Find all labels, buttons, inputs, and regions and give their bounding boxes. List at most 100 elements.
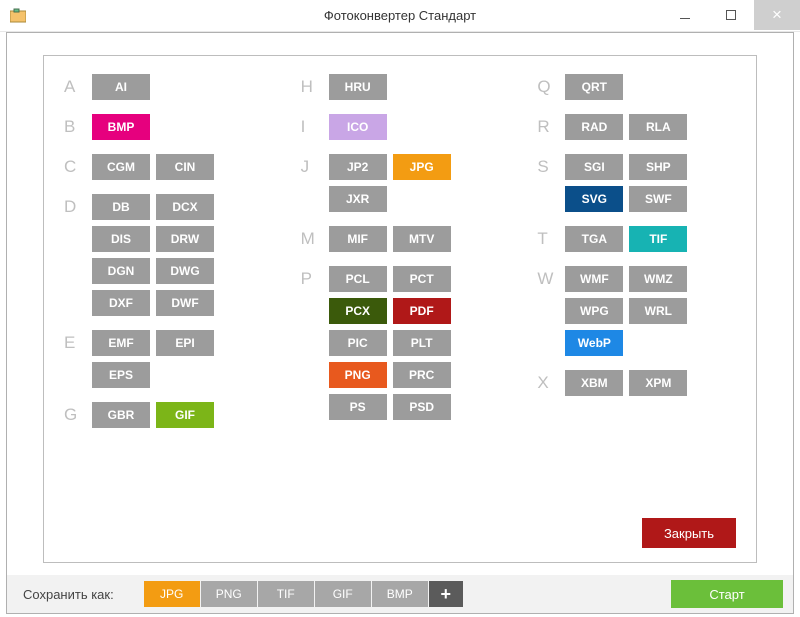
format-chips: CGMCIN xyxy=(92,154,214,180)
format-chip-epi[interactable]: EPI xyxy=(156,330,214,356)
format-chip-bmp[interactable]: BMP xyxy=(92,114,150,140)
format-group-j: JJP2JPGJXR xyxy=(301,154,500,212)
format-chip-jxr[interactable]: JXR xyxy=(329,186,387,212)
format-chip-pct[interactable]: PCT xyxy=(393,266,451,292)
format-chip-dis[interactable]: DIS xyxy=(92,226,150,252)
format-chip-cgm[interactable]: CGM xyxy=(92,154,150,180)
format-group-h: HHRU xyxy=(301,74,500,100)
format-chip-xbm[interactable]: XBM xyxy=(565,370,623,396)
format-button-bmp[interactable]: BMP xyxy=(372,581,428,607)
format-chip-jp2[interactable]: JP2 xyxy=(329,154,387,180)
format-chip-eps[interactable]: EPS xyxy=(92,362,150,388)
add-format-button[interactable]: + xyxy=(429,581,463,607)
format-chip-emf[interactable]: EMF xyxy=(92,330,150,356)
group-letter: S xyxy=(537,154,565,177)
format-group-b: BBMP xyxy=(64,114,263,140)
format-chips: WMFWMZWPGWRLWebP xyxy=(565,266,705,356)
format-chip-rad[interactable]: RAD xyxy=(565,114,623,140)
format-picker-panel: AAIBBMPCCGMCINDDBDCXDISDRWDGNDWGDXFDWFEE… xyxy=(43,55,757,563)
bottom-toolbar: Сохранить как: JPGPNGTIFGIFBMP+ Старт xyxy=(7,575,793,613)
format-button-jpg[interactable]: JPG xyxy=(144,581,200,607)
format-chips: XBMXPM xyxy=(565,370,687,396)
format-chip-cin[interactable]: CIN xyxy=(156,154,214,180)
format-chips: SGISHPSVGSWF xyxy=(565,154,705,212)
format-chips: ICO xyxy=(329,114,387,140)
format-chip-pcx[interactable]: PCX xyxy=(329,298,387,324)
format-chip-shp[interactable]: SHP xyxy=(629,154,687,180)
minimize-button[interactable] xyxy=(662,0,708,30)
format-chip-rla[interactable]: RLA xyxy=(629,114,687,140)
format-group-q: QQRT xyxy=(537,74,736,100)
format-chips: QRT xyxy=(565,74,623,100)
format-chips: MIFMTV xyxy=(329,226,451,252)
format-group-m: MMIFMTV xyxy=(301,226,500,252)
format-group-i: IICO xyxy=(301,114,500,140)
format-chip-tif[interactable]: TIF xyxy=(629,226,687,252)
format-chip-wrl[interactable]: WRL xyxy=(629,298,687,324)
format-chip-qrt[interactable]: QRT xyxy=(565,74,623,100)
format-chip-dxf[interactable]: DXF xyxy=(92,290,150,316)
format-chip-pdf[interactable]: PDF xyxy=(393,298,451,324)
format-group-a: AAI xyxy=(64,74,263,100)
format-chip-ps[interactable]: PS xyxy=(329,394,387,420)
format-chip-swf[interactable]: SWF xyxy=(629,186,687,212)
format-chip-tga[interactable]: TGA xyxy=(565,226,623,252)
group-letter: P xyxy=(301,266,329,289)
format-chip-psd[interactable]: PSD xyxy=(393,394,451,420)
format-row: JPGPNGTIFGIFBMP+ xyxy=(144,581,463,607)
format-chip-hru[interactable]: HRU xyxy=(329,74,387,100)
format-group-d: DDBDCXDISDRWDGNDWGDXFDWF xyxy=(64,194,263,316)
format-chip-plt[interactable]: PLT xyxy=(393,330,451,356)
format-chip-dgn[interactable]: DGN xyxy=(92,258,150,284)
format-chip-svg[interactable]: SVG xyxy=(565,186,623,212)
format-group-c: CCGMCIN xyxy=(64,154,263,180)
format-group-r: RRADRLA xyxy=(537,114,736,140)
format-chip-ico[interactable]: ICO xyxy=(329,114,387,140)
format-chips: HRU xyxy=(329,74,387,100)
format-chip-drw[interactable]: DRW xyxy=(156,226,214,252)
format-chip-png[interactable]: PNG xyxy=(329,362,387,388)
format-button-png[interactable]: PNG xyxy=(201,581,257,607)
format-chip-ai[interactable]: AI xyxy=(92,74,150,100)
format-chip-mif[interactable]: MIF xyxy=(329,226,387,252)
format-chips: AI xyxy=(92,74,150,100)
format-chip-sgi[interactable]: SGI xyxy=(565,154,623,180)
format-chips: JP2JPGJXR xyxy=(329,154,469,212)
format-chip-dwf[interactable]: DWF xyxy=(156,290,214,316)
format-chip-pcl[interactable]: PCL xyxy=(329,266,387,292)
format-chips: EMFEPIEPS xyxy=(92,330,232,388)
format-chips: PCLPCTPCXPDFPICPLTPNGPRCPSPSD xyxy=(329,266,469,420)
format-group-t: TTGATIF xyxy=(537,226,736,252)
format-chip-pic[interactable]: PIC xyxy=(329,330,387,356)
format-chip-mtv[interactable]: MTV xyxy=(393,226,451,252)
format-chip-db[interactable]: DB xyxy=(92,194,150,220)
format-chip-wmz[interactable]: WMZ xyxy=(629,266,687,292)
format-chips: GBRGIF xyxy=(92,402,214,428)
format-group-p: PPCLPCTPCXPDFPICPLTPNGPRCPSPSD xyxy=(301,266,500,420)
format-chip-xpm[interactable]: XPM xyxy=(629,370,687,396)
format-chip-dcx[interactable]: DCX xyxy=(156,194,214,220)
close-window-button[interactable]: × xyxy=(754,0,800,30)
format-group-x: XXBMXPM xyxy=(537,370,736,396)
maximize-button[interactable] xyxy=(708,0,754,30)
format-button-tif[interactable]: TIF xyxy=(258,581,314,607)
group-letter: Q xyxy=(537,74,565,97)
group-letter: A xyxy=(64,74,92,97)
format-chip-prc[interactable]: PRC xyxy=(393,362,451,388)
start-button[interactable]: Старт xyxy=(671,580,783,608)
format-chip-wpg[interactable]: WPG xyxy=(565,298,623,324)
close-panel-button[interactable]: Закрыть xyxy=(642,518,736,548)
window-controls: × xyxy=(662,0,800,30)
group-letter: W xyxy=(537,266,565,289)
group-letter: C xyxy=(64,154,92,177)
format-chip-wmf[interactable]: WMF xyxy=(565,266,623,292)
app-frame: Сохранить как: JPGPNGTIFGIFBMP+ Старт AA… xyxy=(6,32,794,614)
format-chip-gbr[interactable]: GBR xyxy=(92,402,150,428)
format-button-gif[interactable]: GIF xyxy=(315,581,371,607)
format-chip-jpg[interactable]: JPG xyxy=(393,154,451,180)
format-chip-gif[interactable]: GIF xyxy=(156,402,214,428)
format-chip-dwg[interactable]: DWG xyxy=(156,258,214,284)
format-chip-webp[interactable]: WebP xyxy=(565,330,623,356)
group-letter: J xyxy=(301,154,329,177)
format-column: AAIBBMPCCGMCINDDBDCXDISDRWDGNDWGDXFDWFEE… xyxy=(64,74,263,442)
